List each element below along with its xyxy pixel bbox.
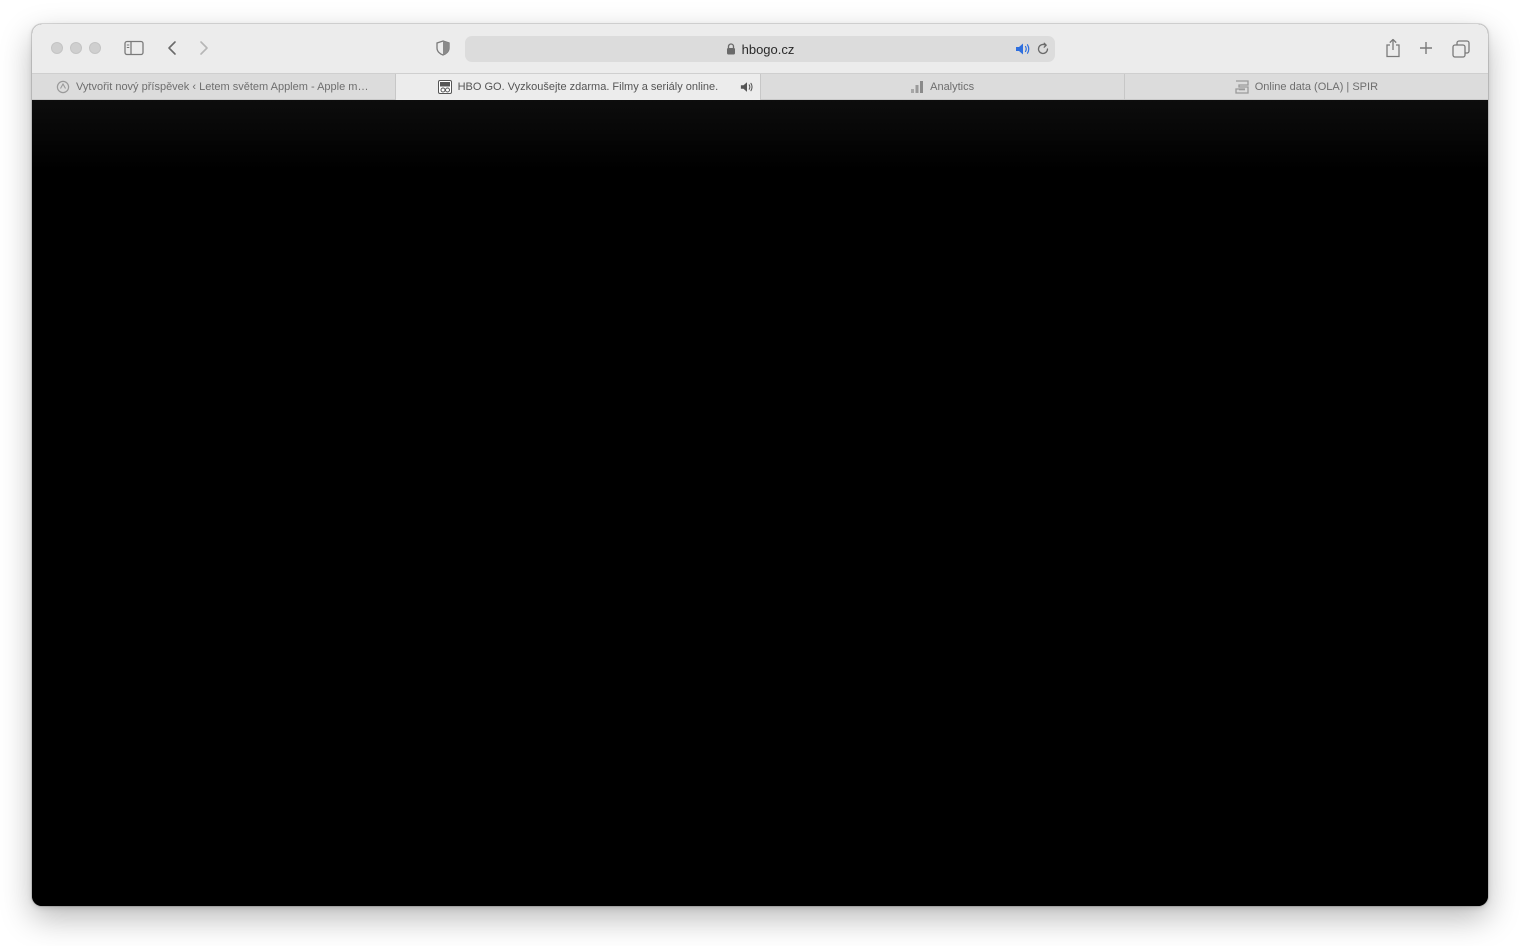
tab-label: Analytics (930, 81, 975, 93)
tab-overview-button[interactable] (1450, 38, 1472, 60)
tab-label: HBO GO. Vyzkoušejte zdarma. Filmy a seri… (457, 81, 719, 93)
chevron-right-icon (200, 41, 208, 55)
toolbar: hbogo.cz (32, 24, 1488, 73)
address-bar[interactable]: hbogo.cz (465, 36, 1055, 62)
bar-chart-icon (910, 80, 924, 94)
tab-spir-online-data[interactable]: Online data (OLA) | SPIR (1125, 74, 1488, 100)
web-content-area[interactable] (32, 100, 1488, 906)
close-window-button[interactable] (51, 42, 63, 54)
reload-button[interactable] (1036, 42, 1050, 56)
share-button[interactable] (1382, 36, 1404, 60)
back-button[interactable] (162, 38, 182, 58)
plus-icon (1420, 42, 1432, 54)
lock-icon (726, 43, 736, 55)
hbo-go-icon (437, 80, 452, 94)
sidebar-toggle-button[interactable] (122, 38, 146, 58)
minimize-window-button[interactable] (70, 42, 82, 54)
new-tab-button[interactable] (1416, 38, 1436, 58)
sidebar-icon (124, 40, 144, 56)
tab-label: Online data (OLA) | SPIR (1254, 81, 1379, 93)
tab-hbo-go[interactable]: HBO GO. Vyzkoušejte zdarma. Filmy a seri… (396, 74, 761, 100)
chevron-left-icon (168, 41, 176, 55)
privacy-report-button[interactable] (433, 38, 453, 58)
audio-playing-icon[interactable] (1015, 42, 1031, 56)
tab-overview-icon (1452, 40, 1470, 58)
circle-logo-icon (56, 80, 70, 94)
share-icon (1386, 38, 1400, 58)
forward-button[interactable] (194, 38, 214, 58)
shield-icon (436, 40, 450, 56)
tab-letem-svetem-applem[interactable]: Vytvořit nový příspěvek ‹ Letem světem A… (32, 74, 397, 100)
maximize-window-button[interactable] (89, 42, 101, 54)
tab-analytics[interactable]: Analytics (761, 74, 1125, 100)
tab-bar: Vytvořit nový příspěvek ‹ Letem světem A… (32, 73, 1488, 100)
tab-audio-icon[interactable] (740, 80, 754, 94)
browser-window: hbogo.cz Vytvořit nový příspěvek ‹ Letem… (32, 24, 1488, 906)
spir-logo-icon (1235, 80, 1249, 94)
reload-icon (1037, 42, 1049, 55)
url-text: hbogo.cz (741, 41, 795, 57)
tab-label: Vytvořit nový příspěvek ‹ Letem světem A… (76, 81, 372, 93)
